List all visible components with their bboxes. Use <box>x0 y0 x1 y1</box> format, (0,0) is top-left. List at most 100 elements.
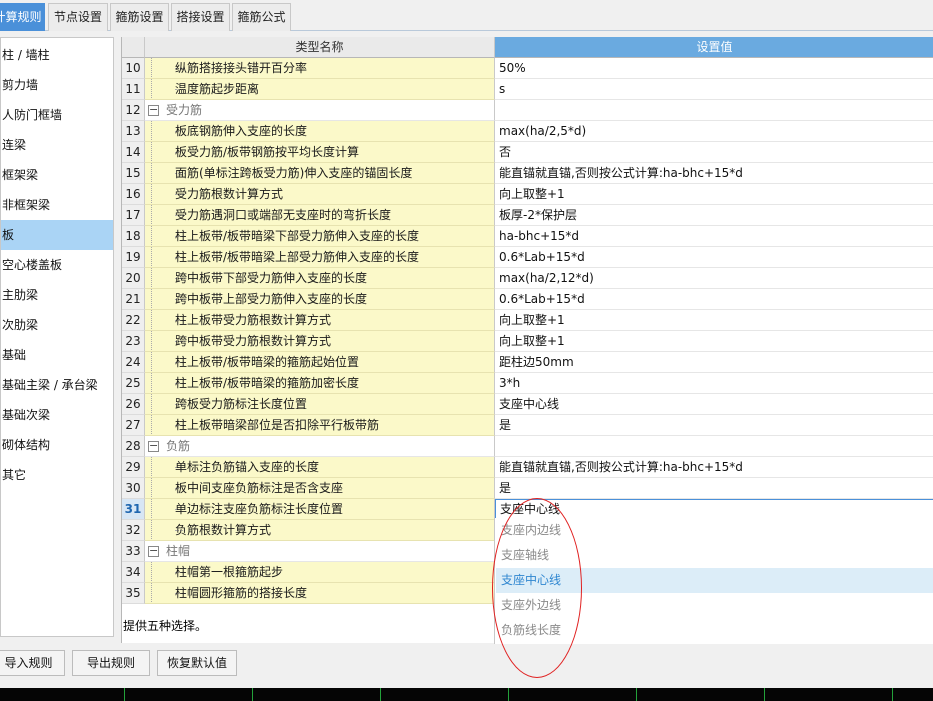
setting-value-cell[interactable]: 板厚-2*保护层 <box>495 205 933 226</box>
grid-group-row[interactable]: 28− 负筋 <box>122 436 933 457</box>
tab-node-settings[interactable]: 节点设置 <box>48 3 108 31</box>
grid-row[interactable]: 14 板受力筋/板带钢筋按平均长度计算 否 <box>122 142 933 163</box>
setting-value-cell[interactable]: max(ha/2,5*d) <box>495 121 933 142</box>
type-name-text: 柱上板带/板带暗梁的箍筋加密长度 <box>175 376 360 390</box>
row-number: 18 <box>122 226 145 247</box>
setting-value-cell[interactable]: ha-bhc+15*d <box>495 226 933 247</box>
setting-value-cell[interactable] <box>495 100 933 121</box>
collapse-icon[interactable]: − <box>148 545 159 557</box>
setting-value-cell[interactable]: 3*h <box>495 373 933 394</box>
setting-value-cell[interactable]: 向上取整+1 <box>495 310 933 331</box>
collapse-icon[interactable]: − <box>148 104 159 116</box>
row-number: 29 <box>122 457 145 478</box>
tree-line <box>151 142 165 162</box>
setting-value-cell[interactable]: 否 <box>495 142 933 163</box>
setting-value-cell[interactable]: 0.6*Lab+15*d <box>495 247 933 268</box>
sidebar-item-foundation-main-beam[interactable]: 基础主梁 / 承台梁 <box>1 370 113 400</box>
setting-value-cell[interactable]: 能直锚就直锚,否则按公式计算:ha-bhc+15*d <box>495 163 933 184</box>
setting-value-cell[interactable]: 向上取整+1 <box>495 184 933 205</box>
grid-row[interactable]: 13 板底钢筋伸入支座的长度 max(ha/2,5*d) <box>122 121 933 142</box>
dropdown-option-support-outer-edge[interactable]: 支座外边线 <box>496 593 933 618</box>
sidebar-item-frame-beam[interactable]: 框架梁 <box>1 160 113 190</box>
row-number: 22 <box>122 310 145 331</box>
dropdown-option-support-axis[interactable]: 支座轴线 <box>496 543 933 568</box>
setting-value-cell[interactable]: max(ha/2,12*d) <box>495 268 933 289</box>
type-name-cell: 柱帽圆形箍筋的搭接长度 <box>145 583 495 604</box>
sidebar-item-civil-defense-door-wall[interactable]: 人防门框墙 <box>1 100 113 130</box>
grid-row[interactable]: 27 柱上板带暗梁部位是否扣除平行板带筋 是 <box>122 415 933 436</box>
sidebar-item-foundation-secondary-beam[interactable]: 基础次梁 <box>1 400 113 430</box>
grid-row[interactable]: 26 跨板受力筋标注长度位置 支座中心线 <box>122 394 933 415</box>
type-name-text: 板受力筋/板带钢筋按平均长度计算 <box>175 145 360 159</box>
sidebar-item-coupling-beam[interactable]: 连梁 <box>1 130 113 160</box>
type-name-cell: 柱上板带暗梁部位是否扣除平行板带筋 <box>145 415 495 436</box>
row-number: 20 <box>122 268 145 289</box>
grid-row[interactable]: 19 柱上板带/板带暗梁上部受力筋伸入支座的长度 0.6*Lab+15*d <box>122 247 933 268</box>
strip-tick <box>380 688 381 701</box>
grid-row[interactable]: 31 单边标注支座负筋标注长度位置 支座中心线 <box>122 499 933 520</box>
type-name-text: 负筋根数计算方式 <box>175 523 272 537</box>
dropdown-option-support-inner-edge[interactable]: 支座内边线 <box>496 518 933 543</box>
grid-row[interactable]: 22 柱上板带受力筋根数计算方式 向上取整+1 <box>122 310 933 331</box>
tree-line <box>151 247 165 267</box>
export-rules-button[interactable]: 导出规则 <box>72 650 150 676</box>
type-name-text: 柱上板带/板带暗梁下部受力筋伸入支座的长度 <box>175 229 420 243</box>
grid-corner <box>122 37 145 58</box>
tree-line <box>151 310 165 330</box>
grid-row[interactable]: 25 柱上板带/板带暗梁的箍筋加密长度 3*h <box>122 373 933 394</box>
tab-stirrup-formula[interactable]: 箍筋公式 <box>232 3 291 31</box>
group-label: 负筋 <box>166 439 191 453</box>
tab-stirrup-settings[interactable]: 箍筋设置 <box>110 3 169 31</box>
grid-row[interactable]: 30 板中间支座负筋标注是否含支座 是 <box>122 478 933 499</box>
setting-value-cell[interactable]: 支座中心线 <box>495 394 933 415</box>
grid-row[interactable]: 24 柱上板带/板带暗梁的箍筋起始位置 距柱边50mm <box>122 352 933 373</box>
type-name-text: 跨中板带上部受力筋伸入支座的长度 <box>175 292 368 306</box>
grid-row[interactable]: 18 柱上板带/板带暗梁下部受力筋伸入支座的长度 ha-bhc+15*d <box>122 226 933 247</box>
setting-value-cell[interactable]: 能直锚就直锚,否则按公式计算:ha-bhc+15*d <box>495 457 933 478</box>
sidebar-item-non-frame-beam[interactable]: 非框架梁 <box>1 190 113 220</box>
setting-value-cell[interactable]: 是 <box>495 478 933 499</box>
tab-lap-settings[interactable]: 搭接设置 <box>171 3 230 31</box>
sidebar-item-slab[interactable]: 板 <box>1 220 113 250</box>
setting-value-cell[interactable]: 50% <box>495 58 933 79</box>
sidebar-item-masonry[interactable]: 砌体结构 <box>1 430 113 460</box>
row-number: 33 <box>122 541 145 562</box>
column-header-setting-value[interactable]: 设置值 <box>495 37 933 58</box>
import-rules-button[interactable]: 导入规则 <box>0 650 65 676</box>
collapse-icon[interactable]: − <box>148 440 159 452</box>
sidebar-item-secondary-rib-beam[interactable]: 次肋梁 <box>1 310 113 340</box>
sidebar-item-hollow-slab[interactable]: 空心楼盖板 <box>1 250 113 280</box>
grid-row[interactable]: 10 纵筋搭接接头错开百分率 50% <box>122 58 933 79</box>
group-label: 柱帽 <box>166 544 191 558</box>
grid-row[interactable]: 15 面筋(单标注跨板受力筋)伸入支座的锚固长度 能直锚就直锚,否则按公式计算:ha… <box>122 163 933 184</box>
sidebar-item-main-rib-beam[interactable]: 主肋梁 <box>1 280 113 310</box>
row-number: 12 <box>122 100 145 121</box>
setting-value-cell[interactable]: 0.6*Lab+15*d <box>495 289 933 310</box>
grid-row[interactable]: 23 跨中板带受力筋根数计算方式 向上取整+1 <box>122 331 933 352</box>
dropdown-option-neg-rebar-line-length[interactable]: 负筋线长度 <box>496 618 933 643</box>
setting-value-editor[interactable]: 支座中心线 <box>495 499 933 520</box>
setting-value-cell[interactable]: 距柱边50mm <box>495 352 933 373</box>
sidebar-item-column-wall-column[interactable]: 柱 / 墙柱 <box>1 40 113 70</box>
grid-row[interactable]: 20 跨中板带下部受力筋伸入支座的长度 max(ha/2,12*d) <box>122 268 933 289</box>
type-name-cell: − 受力筋 <box>145 100 495 121</box>
tab-calc-rules[interactable]: 计算规则 <box>0 3 45 31</box>
dropdown-option-support-center-line[interactable]: 支座中心线 <box>496 568 933 593</box>
type-name-cell: 柱上板带/板带暗梁上部受力筋伸入支座的长度 <box>145 247 495 268</box>
grid-row[interactable]: 29 单标注负筋锚入支座的长度 能直锚就直锚,否则按公式计算:ha-bhc+15*d <box>122 457 933 478</box>
grid-row[interactable]: 11 温度筋起步距离 s <box>122 79 933 100</box>
grid-group-row[interactable]: 12− 受力筋 <box>122 100 933 121</box>
setting-value-cell[interactable]: 向上取整+1 <box>495 331 933 352</box>
grid-row[interactable]: 17 受力筋遇洞口或端部无支座时的弯折长度 板厚-2*保护层 <box>122 205 933 226</box>
grid-row[interactable]: 16 受力筋根数计算方式 向上取整+1 <box>122 184 933 205</box>
sidebar-item-shear-wall[interactable]: 剪力墙 <box>1 70 113 100</box>
setting-value-cell[interactable] <box>495 436 933 457</box>
setting-value-cell[interactable]: 是 <box>495 415 933 436</box>
sidebar-item-foundation[interactable]: 基础 <box>1 340 113 370</box>
sidebar-item-other[interactable]: 其它 <box>1 460 113 490</box>
setting-value-cell[interactable]: s <box>495 79 933 100</box>
restore-defaults-button[interactable]: 恢复默认值 <box>157 650 237 676</box>
strip-tick <box>508 688 509 701</box>
column-header-type-name[interactable]: 类型名称 <box>145 37 495 58</box>
grid-row[interactable]: 21 跨中板带上部受力筋伸入支座的长度 0.6*Lab+15*d <box>122 289 933 310</box>
